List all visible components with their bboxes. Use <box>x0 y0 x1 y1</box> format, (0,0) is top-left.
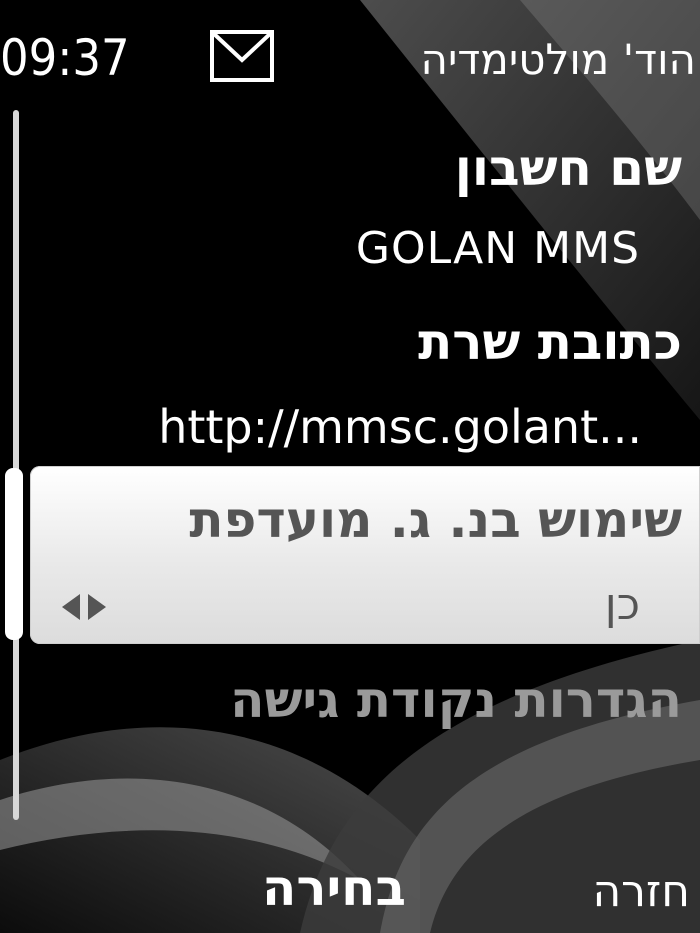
setting-server-address-value: http://mmsc.golant... <box>158 400 642 454</box>
softkey-select-button[interactable]: בחירה <box>262 858 406 918</box>
status-clock: 09:37 <box>0 29 130 87</box>
screen: 09:37 הוד' מולטימדיה שם חשבון GOLAN MMS … <box>0 0 700 933</box>
setting-server-address-label[interactable]: כתובת שרת <box>418 312 682 372</box>
envelope-icon <box>210 30 274 82</box>
setting-preferred-access-point-label[interactable]: שימוש בנ. ג. מועדפת <box>189 490 682 550</box>
softkey-back-button[interactable]: חזרה <box>592 862 690 922</box>
setting-preferred-access-point-value: כן <box>604 579 640 630</box>
setting-account-name-label[interactable]: שם חשבון <box>455 138 682 198</box>
scrollbar-thumb[interactable] <box>5 468 23 640</box>
setting-access-point-settings-label[interactable]: הגדרות נקודת גישה <box>230 670 682 730</box>
left-right-arrows-icon[interactable] <box>60 590 108 624</box>
scrollbar-track[interactable] <box>13 110 19 820</box>
setting-account-name-value: GOLAN MMS <box>355 223 640 274</box>
window-title: הוד' מולטימדיה <box>420 35 696 84</box>
